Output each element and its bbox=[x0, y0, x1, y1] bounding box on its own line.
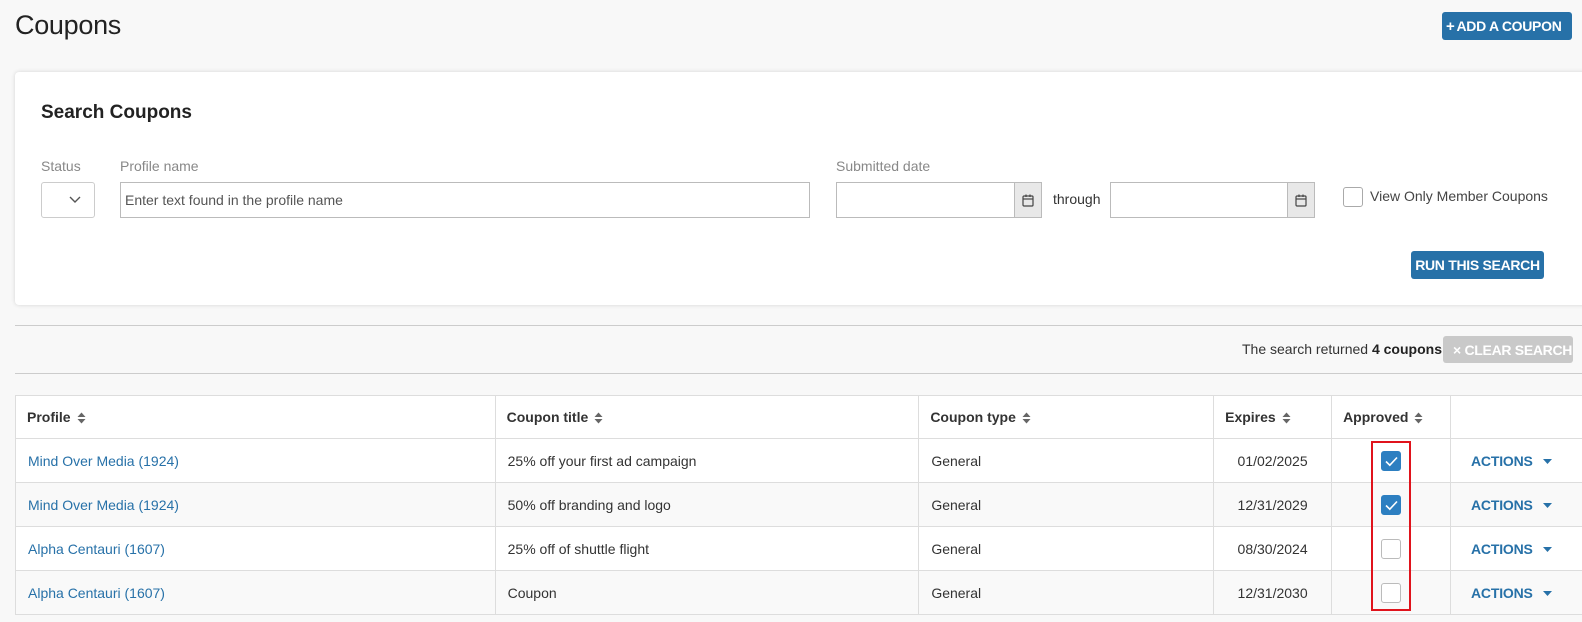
cell-profile[interactable]: Mind Over Media (1924) bbox=[15, 438, 496, 483]
member-only-label: View Only Member Coupons bbox=[1370, 188, 1548, 204]
caret-down-icon bbox=[1542, 459, 1552, 465]
cell-approved bbox=[1331, 526, 1452, 571]
calendar-icon[interactable] bbox=[1287, 182, 1315, 218]
divider bbox=[15, 373, 1582, 374]
check-icon bbox=[1385, 456, 1398, 466]
cell-actions: ACTIONS bbox=[1450, 438, 1582, 483]
actions-dropdown[interactable]: ACTIONS bbox=[1471, 497, 1552, 513]
approved-checkbox[interactable] bbox=[1381, 494, 1402, 515]
add-coupon-button[interactable]: + ADD A COUPON bbox=[1442, 12, 1572, 40]
cell-coupon-title: 50% off branding and logo bbox=[494, 482, 920, 527]
result-count: 4 coupons bbox=[1371, 341, 1442, 357]
cell-expires: 12/31/2030 bbox=[1213, 570, 1333, 615]
status-select[interactable] bbox=[41, 182, 95, 218]
divider bbox=[15, 325, 1582, 326]
profile-link[interactable]: Alpha Centauri (1607) bbox=[28, 585, 165, 601]
cell-coupon-type: General bbox=[918, 570, 1215, 615]
profile-name-label: Profile name bbox=[120, 158, 199, 174]
table-row: Mind Over Media (1924) 50% off branding a… bbox=[15, 482, 1582, 527]
caret-down-icon bbox=[1542, 547, 1552, 553]
status-label: Status bbox=[41, 158, 81, 174]
header-approved[interactable]: Approved bbox=[1331, 395, 1452, 439]
clear-search-button[interactable]: × CLEAR SEARCH bbox=[1443, 336, 1573, 363]
coupons-table: Profile Coupon title Coupon type Expires… bbox=[15, 395, 1582, 615]
sort-icon bbox=[1282, 412, 1291, 424]
table-header-row: Profile Coupon title Coupon type Expires… bbox=[15, 395, 1582, 439]
search-coupons-panel: Search Coupons Status Profile name Submi… bbox=[15, 72, 1582, 305]
profile-link[interactable]: Mind Over Media (1924) bbox=[28, 497, 179, 513]
actions-dropdown[interactable]: ACTIONS bbox=[1471, 585, 1552, 601]
profile-link[interactable]: Alpha Centauri (1607) bbox=[28, 541, 165, 557]
add-coupon-label: ADD A COUPON bbox=[1456, 18, 1562, 34]
date-from-input[interactable] bbox=[836, 182, 1014, 218]
cell-expires: 08/30/2024 bbox=[1213, 526, 1333, 571]
approved-checkbox[interactable] bbox=[1381, 450, 1402, 471]
sort-icon bbox=[1414, 412, 1423, 424]
sort-icon bbox=[77, 412, 86, 424]
result-prefix: The search returned bbox=[1242, 341, 1369, 357]
approved-checkbox[interactable] bbox=[1381, 582, 1402, 603]
cell-expires: 01/02/2025 bbox=[1213, 438, 1333, 483]
through-label: through bbox=[1053, 191, 1101, 207]
actions-dropdown[interactable]: ACTIONS bbox=[1471, 541, 1552, 557]
header-actions bbox=[1450, 395, 1582, 439]
header-expires[interactable]: Expires bbox=[1213, 395, 1333, 439]
date-to-input[interactable] bbox=[1110, 182, 1287, 218]
table-row: Alpha Centauri (1607) Coupon General 12/31/… bbox=[15, 570, 1582, 615]
sort-icon bbox=[1022, 412, 1031, 424]
member-only-checkbox[interactable] bbox=[1343, 187, 1363, 207]
cell-coupon-title: 25% off your first ad campaign bbox=[494, 438, 920, 483]
cell-approved bbox=[1331, 570, 1452, 615]
header-coupon-type[interactable]: Coupon type bbox=[918, 395, 1215, 439]
cell-coupon-type: General bbox=[918, 438, 1215, 483]
profile-name-input[interactable] bbox=[120, 182, 810, 218]
chevron-down-icon bbox=[69, 196, 81, 203]
calendar-icon[interactable] bbox=[1014, 182, 1042, 218]
run-search-button[interactable]: RUN THIS SEARCH bbox=[1411, 251, 1544, 279]
cell-coupon-type: General bbox=[918, 482, 1215, 527]
cell-profile[interactable]: Mind Over Media (1924) bbox=[15, 482, 496, 527]
submitted-date-label: Submitted date bbox=[836, 158, 931, 174]
table-row: Mind Over Media (1924) 25% off your first… bbox=[15, 438, 1582, 483]
cell-coupon-title: 25% off of shuttle flight bbox=[494, 526, 920, 571]
plus-icon: + bbox=[1446, 17, 1455, 35]
caret-down-icon bbox=[1542, 503, 1552, 509]
cell-actions: ACTIONS bbox=[1450, 482, 1582, 527]
cell-approved bbox=[1331, 438, 1452, 483]
cell-profile[interactable]: Alpha Centauri (1607) bbox=[15, 570, 496, 615]
header-coupon-title[interactable]: Coupon title bbox=[494, 395, 920, 439]
check-icon bbox=[1385, 500, 1398, 510]
cell-profile[interactable]: Alpha Centauri (1607) bbox=[15, 526, 496, 571]
date-from-field bbox=[836, 182, 1042, 218]
cell-coupon-type: General bbox=[918, 526, 1215, 571]
actions-dropdown[interactable]: ACTIONS bbox=[1471, 453, 1552, 469]
date-to-field bbox=[1110, 182, 1315, 218]
sort-icon bbox=[594, 412, 603, 424]
cell-actions: ACTIONS bbox=[1450, 526, 1582, 571]
result-summary: The search returned 4 coupons bbox=[1242, 341, 1442, 357]
table-row: Alpha Centauri (1607) 25% off of shuttle … bbox=[15, 526, 1582, 571]
page-title: Coupons bbox=[15, 10, 121, 40]
caret-down-icon bbox=[1542, 591, 1552, 597]
cell-approved bbox=[1331, 482, 1452, 527]
approved-checkbox[interactable] bbox=[1381, 538, 1402, 559]
cell-coupon-title: Coupon bbox=[494, 570, 920, 615]
header-profile[interactable]: Profile bbox=[15, 395, 496, 439]
cell-expires: 12/31/2029 bbox=[1213, 482, 1333, 527]
cell-actions: ACTIONS bbox=[1450, 570, 1582, 615]
profile-link[interactable]: Mind Over Media (1924) bbox=[28, 453, 179, 469]
search-panel-title: Search Coupons bbox=[41, 102, 192, 123]
